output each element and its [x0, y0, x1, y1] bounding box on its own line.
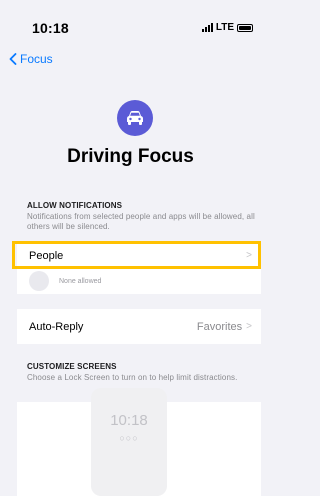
avatar-placeholder — [29, 271, 49, 291]
chevron-right-icon: > — [246, 321, 252, 332]
chevron-left-icon — [9, 53, 17, 65]
back-label: Focus — [20, 52, 53, 66]
auto-reply-label: Auto-Reply — [29, 320, 84, 333]
section-heading: ALLOW NOTIFICATIONS — [27, 201, 123, 210]
people-row[interactable]: People > — [17, 243, 261, 268]
page-title: Driving Focus — [67, 146, 194, 167]
car-icon — [117, 100, 153, 136]
network-label: LTE — [215, 22, 234, 33]
section-heading: CUSTOMIZE SCREENS — [27, 362, 117, 371]
back-button[interactable]: Focus — [9, 52, 53, 66]
status-indicators: LTE — [201, 22, 253, 33]
section-description: Notifications from selected people and a… — [27, 212, 255, 231]
people-card: People > None allowed — [17, 243, 261, 294]
auto-reply-row[interactable]: Auto-Reply Favorites > — [17, 309, 261, 344]
people-label: People — [29, 249, 64, 262]
status-bar: 10:18 LTE — [0, 0, 261, 42]
customize-screens-header: CUSTOMIZE SCREENS Choose a Lock Screen t… — [27, 362, 257, 383]
status-time: 10:18 — [32, 20, 69, 36]
lock-screen-dots: ○○○ — [119, 433, 139, 443]
signal-icon — [201, 23, 213, 32]
battery-icon — [237, 23, 253, 32]
auto-reply-value: Favorites — [196, 320, 243, 333]
allow-notifications-header: ALLOW NOTIFICATIONS Notifications from s… — [27, 201, 257, 232]
lock-screen-preview[interactable]: 10:18 ○○○ — [91, 388, 167, 496]
auto-reply-card: Auto-Reply Favorites > — [17, 309, 261, 344]
lock-screen-time: 10:18 — [110, 412, 148, 429]
section-description: Choose a Lock Screen to turn on to help … — [27, 373, 238, 382]
none-allowed-text: None allowed — [59, 278, 102, 285]
chevron-right-icon: > — [246, 250, 252, 261]
